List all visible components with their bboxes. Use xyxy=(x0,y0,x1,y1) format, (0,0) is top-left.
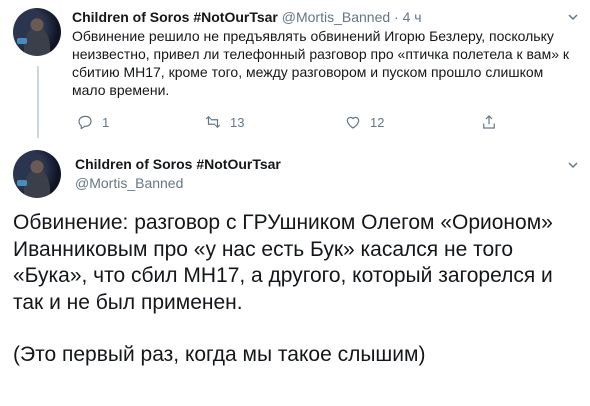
main-tweet-header: Children of Soros #NotOurTsar @Mortis_Ba… xyxy=(75,155,281,193)
action-bar: 1 13 12 xyxy=(72,113,512,133)
share-icon xyxy=(483,115,495,129)
reply-button[interactable]: 1 xyxy=(76,113,109,131)
main-tweet-text: Обвинение: разговор с ГРУшником Олегом «… xyxy=(13,210,583,369)
chevron-down-icon[interactable] xyxy=(568,9,578,21)
avatar[interactable] xyxy=(13,8,61,56)
display-name[interactable]: Children of Soros #NotOurTsar xyxy=(72,9,278,25)
reply-icon xyxy=(78,115,92,130)
retweet-button[interactable]: 13 xyxy=(204,113,244,131)
separator: · xyxy=(394,9,399,25)
tweet-paragraph: Обвинение: разговор с ГРУшником Олегом «… xyxy=(13,211,553,314)
thread-line xyxy=(37,66,39,138)
like-count: 12 xyxy=(370,114,385,130)
display-name[interactable]: Children of Soros #NotOurTsar xyxy=(75,155,281,174)
tweet-text: Обвинение решило не предъявлять обвинени… xyxy=(72,28,570,98)
tweet-paragraph: (Это первый раз, когда мы такое слышим) xyxy=(13,343,426,366)
chevron-down-icon[interactable] xyxy=(568,157,578,169)
handle[interactable]: @Mortis_Banned xyxy=(282,9,390,25)
tweet-header: Children of Soros #NotOurTsar @Mortis_Ba… xyxy=(72,8,422,26)
timestamp[interactable]: 4 ч xyxy=(403,9,422,25)
heart-icon xyxy=(346,116,360,129)
retweet-count: 13 xyxy=(230,114,245,130)
like-button[interactable]: 12 xyxy=(344,113,384,131)
handle[interactable]: @Mortis_Banned xyxy=(75,174,281,193)
retweet-icon xyxy=(205,115,221,129)
share-button[interactable] xyxy=(480,113,506,131)
avatar[interactable] xyxy=(13,150,61,198)
reply-count: 1 xyxy=(102,114,110,130)
